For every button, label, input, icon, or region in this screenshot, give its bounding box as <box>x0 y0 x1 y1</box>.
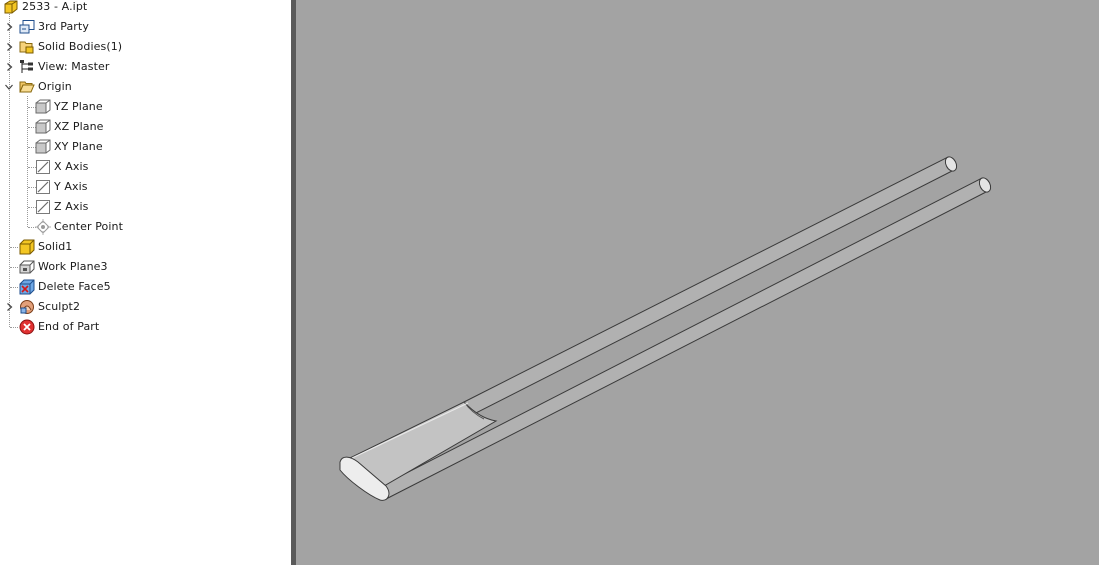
tree-node-label: Center Point <box>54 220 124 233</box>
sculpt-icon <box>19 299 35 315</box>
upper-tube <box>463 156 958 416</box>
tree-node-label: End of Part <box>38 320 100 333</box>
tree-connector <box>10 287 18 288</box>
solid-body-icon <box>19 239 35 255</box>
part-icon <box>3 0 19 15</box>
work-point-icon <box>35 219 51 235</box>
tree-node-label: XY Plane <box>54 140 103 153</box>
tree-node-label: Delete Face5 <box>38 280 111 293</box>
lower-tube <box>380 177 992 500</box>
work-axis-icon <box>35 159 51 175</box>
third-party-icon <box>19 19 35 35</box>
tree-node-label: Sculpt2 <box>38 300 81 313</box>
model-browser[interactable]: 2533 - A.ipt 3rd Party Solid Bodies(1) V… <box>0 0 291 565</box>
work-plane-icon <box>35 99 51 115</box>
tree-connector <box>10 247 18 248</box>
end-of-part-icon <box>19 319 35 335</box>
work-axis-icon <box>35 179 51 195</box>
chevron-down-icon[interactable] <box>4 82 13 92</box>
solid-bodies-icon <box>19 39 35 55</box>
folder-open-icon <box>19 79 35 95</box>
graphics-viewport[interactable] <box>296 0 1099 565</box>
model-view <box>339 156 992 501</box>
tree-root-label: 2533 - A.ipt <box>22 0 88 13</box>
tree-node-label: Origin <box>38 80 72 93</box>
tree-connector <box>10 267 18 268</box>
work-plane-feature-icon <box>19 259 35 275</box>
chevron-right-icon[interactable] <box>5 62 14 72</box>
tree-node-label: YZ Plane <box>54 100 103 113</box>
tree-node-label: Solid Bodies(1) <box>38 40 123 53</box>
chevron-right-icon[interactable] <box>5 302 14 312</box>
tree-node-label: Z Axis <box>54 200 89 213</box>
tree-node-label: Work Plane3 <box>38 260 108 273</box>
tree-node-label: X Axis <box>54 160 89 173</box>
chevron-right-icon[interactable] <box>5 22 14 32</box>
tree-connector <box>9 14 10 327</box>
work-plane-icon <box>35 119 51 135</box>
tree-node-label: Y Axis <box>54 180 88 193</box>
tree-node-label: Solid1 <box>38 240 73 253</box>
tree-node-label: 3rd Party <box>38 20 89 33</box>
chevron-right-icon[interactable] <box>5 42 14 52</box>
tree-connector <box>10 327 18 328</box>
view-rep-icon <box>19 59 35 75</box>
tree-node-label: View: Master <box>38 60 110 73</box>
delete-face-icon <box>19 279 35 295</box>
work-axis-icon <box>35 199 51 215</box>
tree-node-label: XZ Plane <box>54 120 104 133</box>
work-plane-icon <box>35 139 51 155</box>
